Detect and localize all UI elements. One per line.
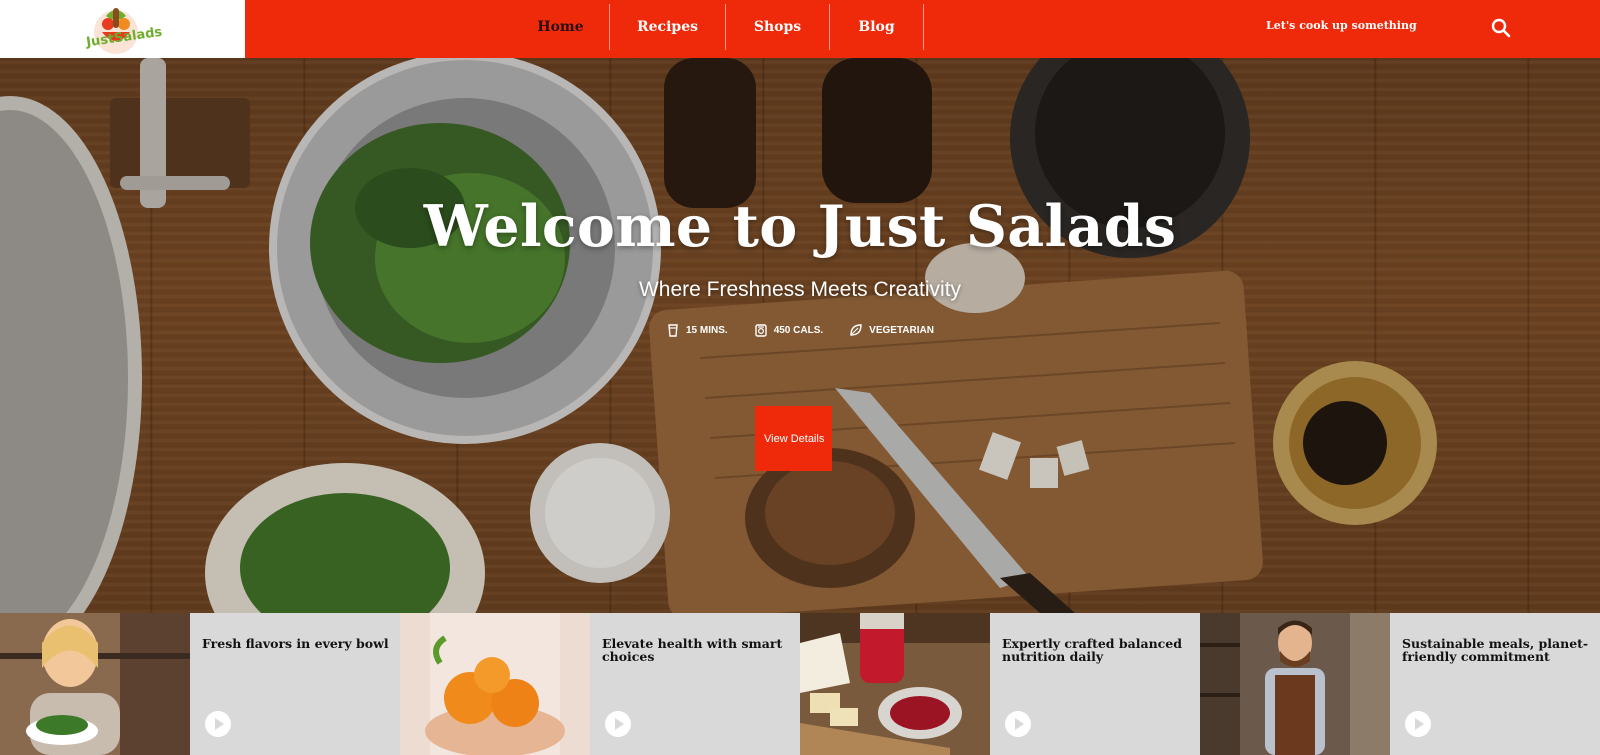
feature-title: Sustainable meals, planet-friendly commi… [1402, 636, 1589, 664]
feature-body: Elevate health with smart choices [590, 613, 800, 755]
hero-title: Welcome to Just Salads [423, 193, 1177, 260]
main-nav: Home Recipes Shops Blog [512, 4, 924, 50]
feature-body: Sustainable meals, planet-friendly commi… [1390, 613, 1600, 755]
feature-card[interactable]: Elevate health with smart choices [400, 613, 800, 755]
feature-card[interactable]: Expertly crafted balanced nutrition dail… [800, 613, 1200, 755]
nav-home[interactable]: Home [512, 4, 610, 50]
hero-subtitle: Where Freshness Meets Creativity [638, 278, 962, 301]
leaf-icon [850, 324, 862, 336]
feature-image [1200, 613, 1390, 755]
play-icon[interactable] [1004, 710, 1032, 738]
cup-icon [668, 324, 678, 337]
feature-title: Expertly crafted balanced nutrition dail… [1002, 636, 1182, 664]
feature-body: Expertly crafted balanced nutrition dail… [990, 613, 1200, 755]
meta-calories: 450 CALS. [754, 323, 823, 337]
hands-holding-oranges-image [400, 613, 590, 755]
play-icon[interactable] [204, 710, 232, 738]
recipe-meta: 15 MINS. 450 CALS. VEGETARIAN [0, 323, 1600, 337]
header-tagline[interactable]: Let's cook up something [1266, 19, 1417, 32]
feature-image [400, 613, 590, 755]
meta-time-label: 15 MINS. [686, 324, 728, 336]
feature-title: Fresh flavors in every bowl [202, 636, 389, 651]
meta-diet-label: VEGETARIAN [869, 324, 934, 336]
logo-area[interactable]: JustSalads [0, 0, 245, 58]
top-navbar: JustSalads Home Recipes Shops Blog Let's… [0, 0, 1600, 58]
jam-and-cheese-image [800, 613, 990, 755]
hero-banner: Welcome to Just Salads Where Freshness M… [0, 58, 1600, 613]
play-icon[interactable] [1404, 710, 1432, 738]
meta-calories-label: 450 CALS. [773, 324, 824, 336]
feature-image [800, 613, 990, 755]
feature-body: Fresh flavors in every bowl [190, 613, 400, 755]
woman-with-salad-image [0, 613, 190, 755]
feature-card[interactable]: Sustainable meals, planet-friendly commi… [1200, 613, 1600, 755]
play-icon[interactable] [604, 710, 632, 738]
nav-shops[interactable]: Shops [726, 4, 830, 50]
calories-icon [754, 324, 767, 337]
view-details-button[interactable]: View Details [755, 406, 832, 471]
feature-image [0, 613, 190, 755]
feature-strip: Fresh flavors in every bowl Elevate heal… [0, 613, 1600, 755]
meta-time: 15 MINS. [666, 323, 728, 337]
feature-card[interactable]: Fresh flavors in every bowl [0, 613, 400, 755]
chef-in-apron-image [1200, 613, 1390, 755]
meta-diet: VEGETARIAN [849, 323, 934, 337]
nav-recipes[interactable]: Recipes [610, 4, 726, 50]
feature-title: Elevate health with smart choices [602, 636, 783, 664]
nav-blog[interactable]: Blog [830, 4, 924, 50]
search-icon[interactable] [1490, 17, 1512, 39]
